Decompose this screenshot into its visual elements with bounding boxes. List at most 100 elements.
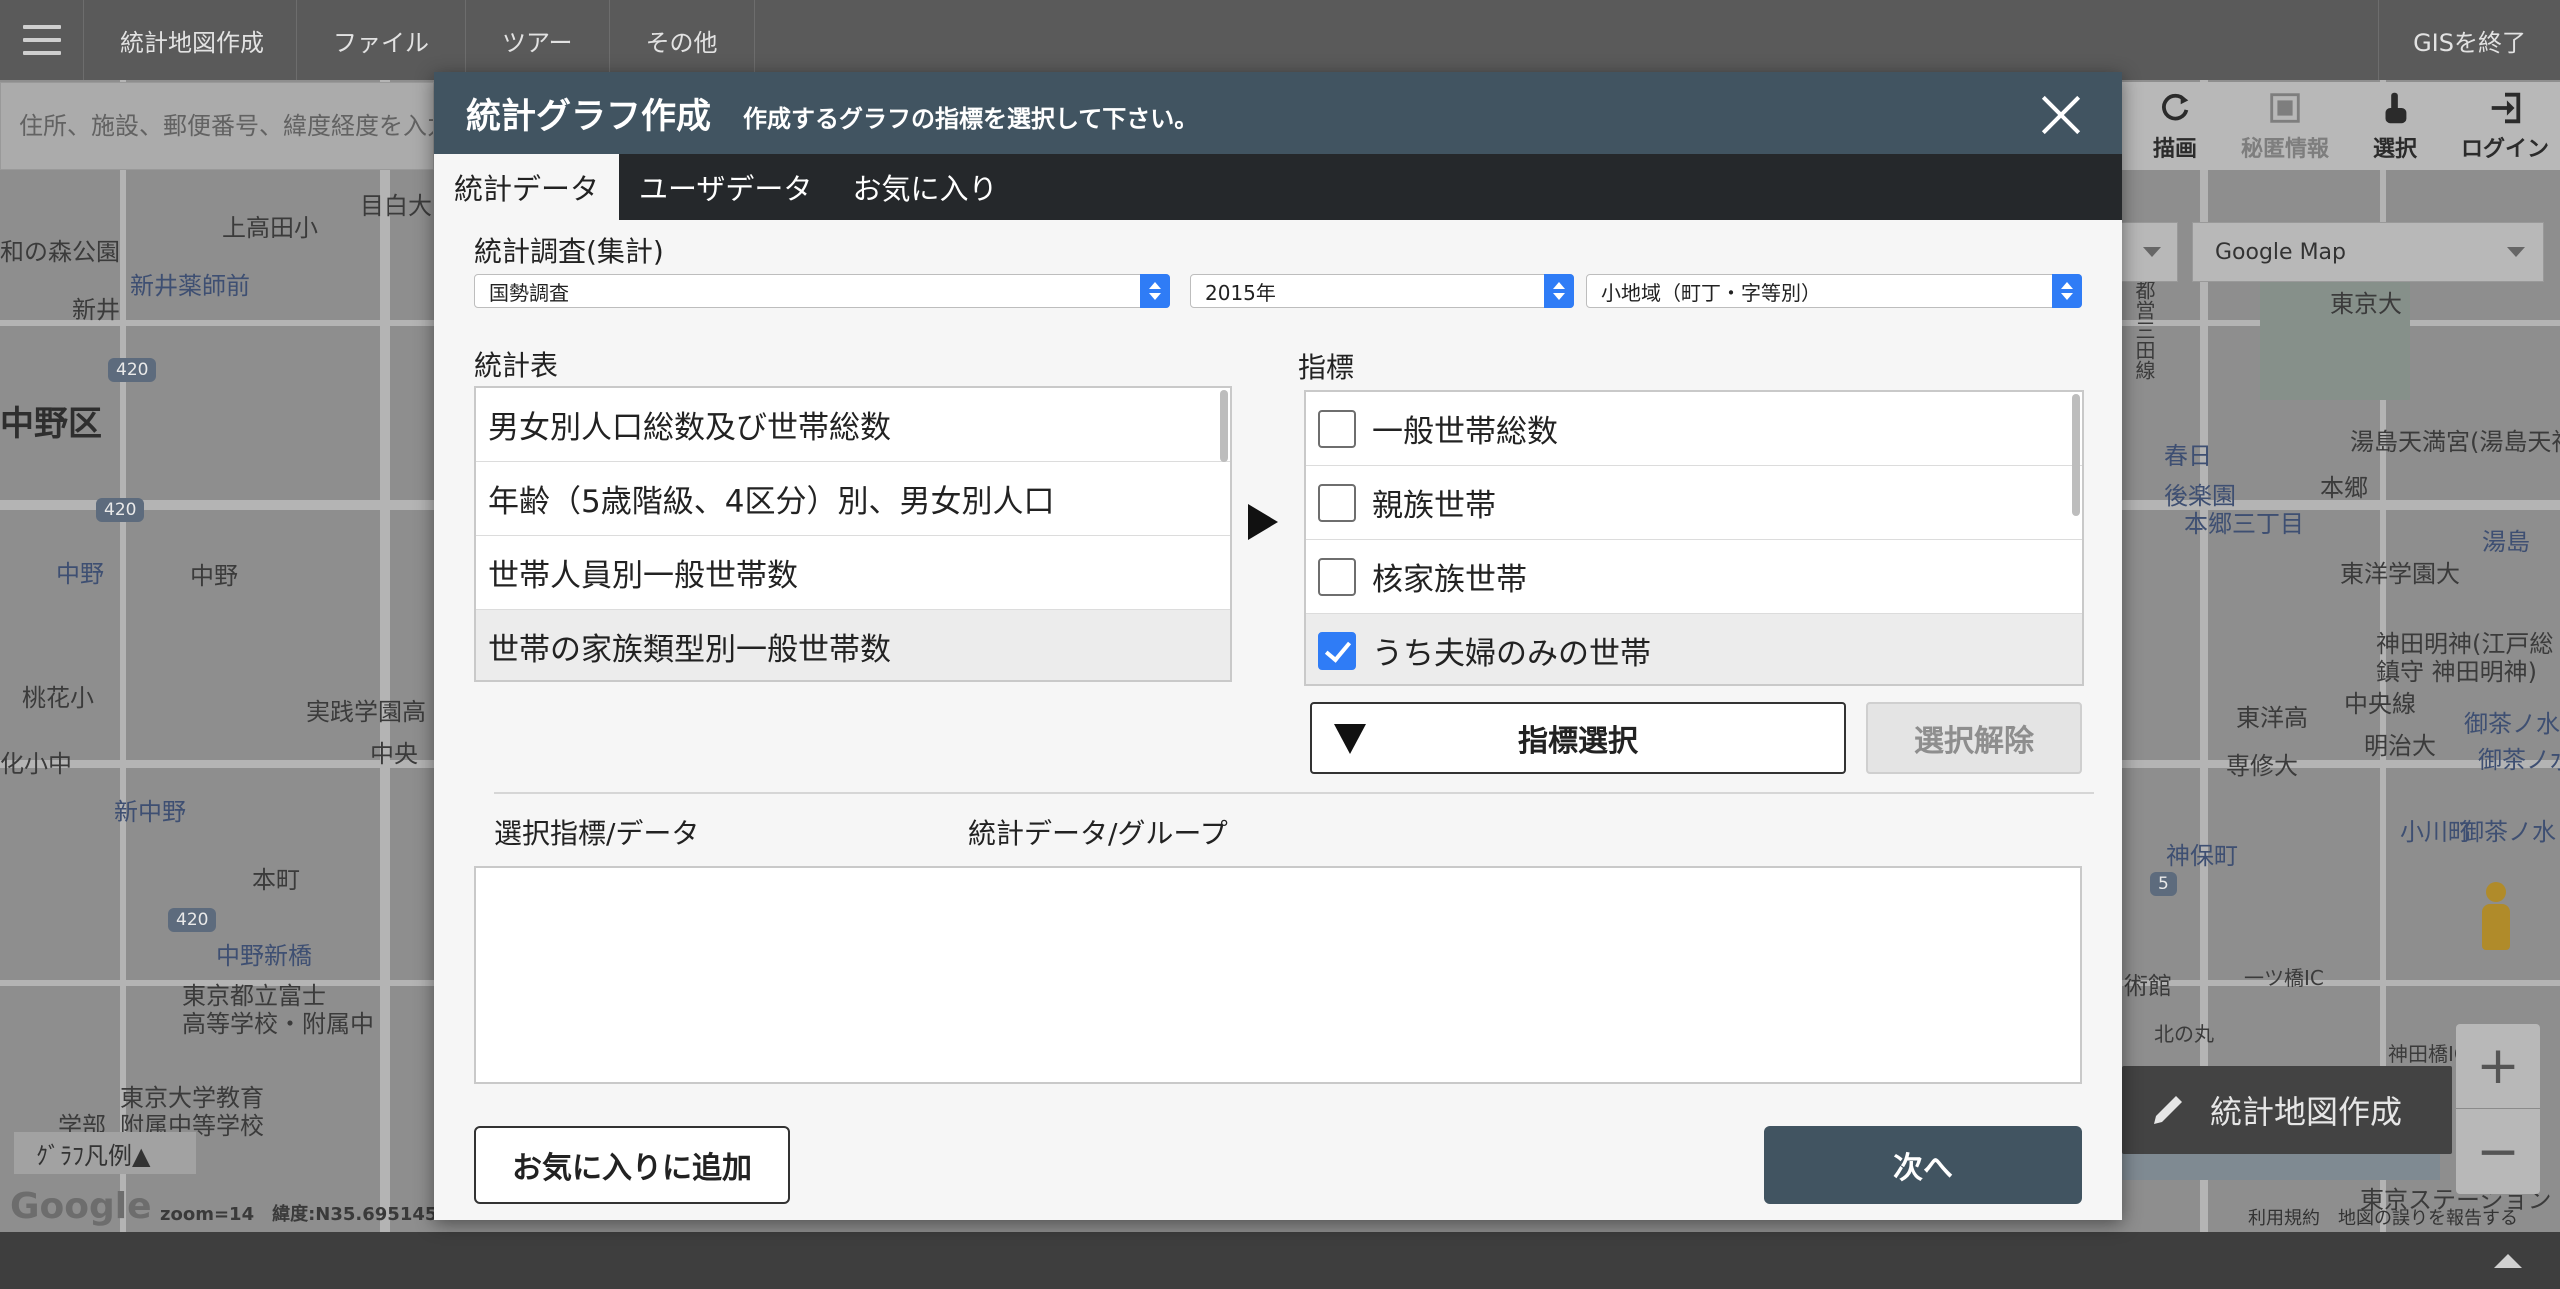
map-label: 湯島天満宮(湯島天神) (2350, 428, 2560, 456)
zoom-in-button[interactable]: + (2456, 1024, 2540, 1109)
map-label: 東京大 (2330, 290, 2402, 318)
tab-stat-data[interactable]: 統計データ (434, 154, 620, 220)
checkbox-checked[interactable] (1318, 631, 1356, 670)
menu-stat-map[interactable]: 統計地図作成 (84, 0, 297, 80)
year-select-value: 2015年 (1205, 280, 1276, 305)
play-arrow-icon (1248, 504, 1278, 540)
map-road (380, 80, 390, 1232)
zoom-out-button[interactable]: − (2456, 1109, 2540, 1194)
select-tool-button[interactable]: 選択 (2340, 82, 2450, 170)
map-label: 明治大 (2364, 732, 2436, 760)
stat-table-item[interactable]: 男女別人口総数及び世帯総数 (476, 388, 1230, 462)
stat-table-item[interactable]: 年齢（5歳階級、4区分）別、男女別人口 (476, 462, 1230, 536)
map-type-dropdown[interactable]: Google Map (2192, 222, 2544, 282)
indicator-list[interactable]: 一般世帯総数 親族世帯 核家族世帯 うち夫婦のみの世帯 (1304, 390, 2084, 686)
stat-table-item[interactable]: 世帯の家族類型別一般世帯数 (476, 610, 1230, 680)
grid-icon (2270, 93, 2300, 123)
select-tool-label: 選択 (2372, 137, 2417, 162)
stat-map-create-button[interactable]: 統計地図作成 (2122, 1066, 2452, 1154)
menu-file[interactable]: ファイル (297, 0, 466, 80)
map-label: 御茶ノ水 (2478, 746, 2560, 774)
next-button[interactable]: 次へ (1764, 1126, 2082, 1204)
map-label: 神保町 (2166, 842, 2238, 870)
map-road (120, 80, 126, 1232)
map-footer-links[interactable]: 利用規約 地図の誤りを報告する (2248, 1204, 2518, 1230)
indicator-item-label: うち夫婦のみの世帯 (1372, 636, 1651, 672)
survey-select[interactable]: 国勢調査 (474, 274, 1170, 308)
map-label: 和の森公園 (0, 238, 120, 266)
selected-indicator-box[interactable] (474, 866, 2082, 1084)
dialog-tabs: 統計データ ユーザデータ お気に入り (434, 154, 2122, 220)
dialog-header: 統計グラフ作成 作成するグラフの指標を選択して下さい。 (434, 72, 2122, 154)
map-label: 上高田小 (222, 214, 318, 242)
stat-table-list[interactable]: 男女別人口総数及び世帯総数 年齢（5歳階級、4区分）別、男女別人口 世帯人員別一… (474, 386, 1232, 682)
zoom-readout: zoom=14 緯度:N35.695145 (160, 1204, 438, 1225)
dialog-subtitle: 作成するグラフの指標を選択して下さい。 (743, 104, 1199, 133)
map-label: 目白大 (360, 192, 432, 220)
indicator-item[interactable]: 一般世帯総数 (1306, 392, 2082, 466)
triangle-down-icon (1334, 724, 1366, 754)
divider (494, 792, 2094, 794)
search-input[interactable] (1, 83, 433, 169)
indicator-item[interactable]: 親族世帯 (1306, 466, 2082, 540)
street-view-pegman-icon[interactable] (2476, 882, 2516, 952)
hamburger-menu-icon[interactable] (0, 0, 84, 80)
scrollbar-thumb[interactable] (1220, 390, 1228, 462)
menu-tour[interactable]: ツアー (466, 0, 610, 80)
select-stepper-icon (1140, 274, 1170, 308)
area-select[interactable]: 小地域（町丁・字等別） (1586, 274, 2082, 308)
indicator-select-button[interactable]: 指標選択 (1310, 702, 1846, 774)
map-label: 中野区 (0, 404, 102, 444)
map-label: 都営三田線 (2132, 280, 2156, 380)
map-label: 東洋学園大 (2340, 560, 2460, 588)
select-stepper-icon (1544, 274, 1574, 308)
add-favorite-button[interactable]: お気に入りに追加 (474, 1126, 790, 1204)
clear-selection-button[interactable]: 選択解除 (1866, 702, 2082, 774)
survey-select-value: 国勢調査 (489, 280, 569, 305)
layer-dropdown[interactable] (2116, 222, 2178, 282)
graph-legend-toggle[interactable]: ｸﾞﾗﾌ凡例▲ (14, 1132, 196, 1174)
selected-indicator-header: 選択指標/データ (494, 817, 700, 850)
draw-tool-button[interactable]: 描画 (2120, 82, 2230, 170)
dialog-title: 統計グラフ作成 (466, 96, 712, 137)
map-label: 中央線 (2344, 690, 2416, 718)
secret-info-label: 秘匿情報 (2240, 137, 2329, 162)
stat-table-item[interactable]: 世帯人員別一般世帯数 (476, 536, 1230, 610)
close-icon[interactable] (2040, 94, 2082, 136)
checkbox[interactable] (1318, 409, 1356, 448)
login-icon (2491, 92, 2521, 124)
scrollbar-thumb[interactable] (2072, 394, 2080, 516)
checkbox[interactable] (1318, 483, 1356, 522)
chevron-down-icon (2507, 247, 2525, 257)
secret-info-button[interactable]: 秘匿情報 (2230, 82, 2340, 170)
tab-favorites[interactable]: お気に入り (832, 154, 1017, 220)
route-shield: 420 (168, 908, 217, 932)
map-label: 本町 (252, 866, 300, 894)
indicator-item-label: 核家族世帯 (1372, 562, 1527, 598)
chevron-up-icon[interactable] (2494, 1254, 2522, 1268)
map-label: 湯島 (2482, 528, 2530, 556)
gis-exit-button[interactable]: GISを終了 (2378, 0, 2560, 80)
map-label: 新中野 (114, 798, 186, 826)
next-label: 次へ (1893, 1151, 1953, 1186)
indicator-item[interactable]: うち夫婦のみの世帯 (1306, 614, 2082, 684)
map-label: 鎮守 神田明神) (2376, 658, 2537, 686)
refresh-icon (2162, 93, 2189, 121)
clear-selection-label: 選択解除 (1914, 724, 2034, 759)
indicator-item[interactable]: 核家族世帯 (1306, 540, 2082, 614)
map-label: 春日 (2164, 442, 2212, 470)
zoom-control: + − (2456, 1024, 2540, 1194)
map-label: 新井薬師前 (130, 272, 250, 300)
map-label: 術館 (2124, 972, 2172, 1000)
draw-tool-label: 描画 (2152, 137, 2197, 162)
login-button[interactable]: ログイン (2450, 82, 2560, 170)
tab-user-data[interactable]: ユーザデータ (619, 154, 832, 220)
map-label: 中野 (190, 562, 238, 590)
checkbox[interactable] (1318, 557, 1356, 596)
year-select[interactable]: 2015年 (1190, 274, 1574, 308)
map-type-value: Google Map (2215, 239, 2347, 265)
map-label: 高等学校・附属中 (182, 1010, 374, 1038)
login-label: ログイン (2460, 137, 2549, 162)
route-shield: 5 (2150, 872, 2177, 896)
menu-other[interactable]: その他 (610, 0, 755, 80)
